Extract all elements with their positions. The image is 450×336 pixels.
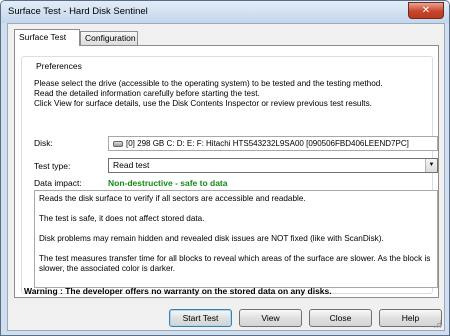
description-paragraph: The test measures transfer time for all …: [39, 254, 431, 273]
view-button[interactable]: View: [239, 309, 302, 327]
surface-test-panel: Preferences Please select the drive (acc…: [14, 45, 439, 298]
intro-line: Please select the drive (accessible to t…: [34, 79, 383, 88]
test-type-dropdown[interactable]: Read test ▼: [108, 158, 438, 173]
dialog-body: Surface Test Configuration Preferences P…: [7, 23, 445, 331]
preferences-label: Preferences: [34, 61, 84, 71]
disk-selector-value: [0] 298 GB C: D: E: F: Hitachi HTS543232…: [126, 139, 409, 148]
tab-configuration[interactable]: Configuration: [80, 31, 138, 45]
surface-test-window: Surface Test - Hard Disk Sentinel ✕ Surf…: [0, 0, 450, 336]
window-title: Surface Test - Hard Disk Sentinel: [8, 6, 148, 17]
description-paragraph: The test is safe, it does not affect sto…: [39, 214, 205, 223]
test-type-label: Test type:: [34, 161, 71, 171]
intro-line: Click View for surface details, use the …: [34, 99, 372, 108]
help-button[interactable]: Help: [379, 309, 442, 327]
test-type-value: Read test: [113, 160, 150, 170]
data-impact-label: Data impact:: [34, 178, 82, 188]
test-description-box[interactable]: Reads the disk surface to verify if all …: [34, 190, 438, 288]
start-test-button[interactable]: Start Test: [169, 309, 232, 327]
tab-surface-test[interactable]: Surface Test: [14, 29, 80, 46]
preferences-group: Preferences Please select the drive (acc…: [21, 56, 438, 294]
title-bar[interactable]: Surface Test - Hard Disk Sentinel ✕: [1, 1, 449, 23]
intro-text: Please select the drive (accessible to t…: [34, 79, 438, 109]
window-close-button[interactable]: ✕: [408, 2, 444, 19]
description-paragraph: Reads the disk surface to verify if all …: [39, 194, 306, 203]
hard-disk-icon: [113, 140, 123, 147]
chevron-down-icon[interactable]: ▼: [425, 159, 437, 172]
close-button[interactable]: Close: [309, 309, 372, 327]
data-impact-value: Non-destructive - safe to data: [108, 178, 228, 188]
warranty-warning: Warning : The developer offers no warran…: [24, 286, 332, 296]
intro-line: Read the detailed information carefully …: [34, 89, 260, 98]
description-paragraph: Disk problems may remain hidden and reve…: [39, 234, 384, 243]
disk-label: Disk:: [34, 138, 53, 148]
disk-selector[interactable]: [0] 298 GB C: D: E: F: Hitachi HTS543232…: [108, 136, 438, 151]
